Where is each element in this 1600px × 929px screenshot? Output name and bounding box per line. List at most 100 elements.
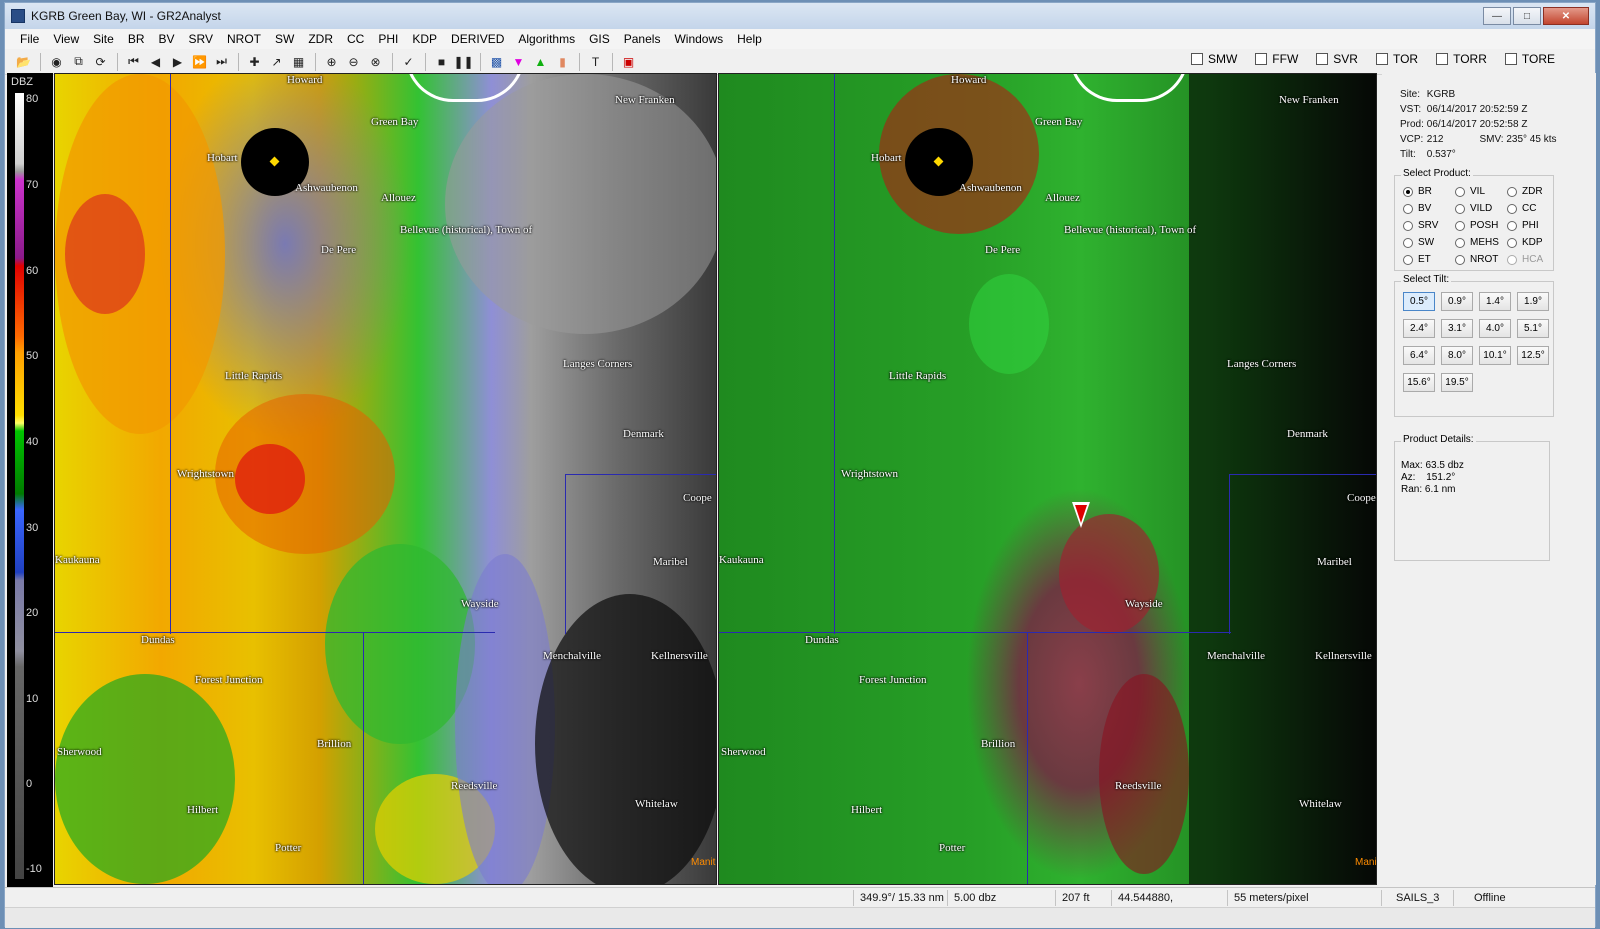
zoom-in-icon[interactable]: ⊕ [321,51,342,72]
warning-filter-tor[interactable]: TOR [1375,52,1418,66]
tilt-button[interactable]: 15.6° [1403,373,1435,392]
menu-bv[interactable]: BV [152,32,182,46]
product-option-et[interactable]: ET [1403,254,1431,265]
product-option-cc[interactable]: CC [1507,203,1536,214]
reflectivity-pane[interactable]: Howard New Franken Green Bay Hobart Ashwaube… [54,73,717,885]
maximize-button[interactable]: □ [1513,7,1541,25]
tilt-button[interactable]: 12.5° [1517,346,1549,365]
product-option-vild[interactable]: VILD [1455,203,1492,214]
radio-button[interactable] [1455,220,1465,231]
tilt-button[interactable]: 6.4° [1403,346,1435,365]
zoom-out-icon[interactable]: ⊖ [343,51,364,72]
radio-button[interactable] [1455,203,1465,214]
play-icon[interactable]: ▶ [167,51,188,72]
green-triangle-icon[interactable]: ▲ [530,51,551,72]
globe-icon[interactable]: ◉ [46,51,67,72]
tilt-button[interactable]: 19.5° [1441,373,1473,392]
warning-filter-svr[interactable]: SVR [1316,52,1358,66]
menu-sw[interactable]: SW [268,32,301,46]
menu-phi[interactable]: PHI [371,32,405,46]
measure-icon[interactable]: ↗ [266,51,287,72]
menu-zdr[interactable]: ZDR [301,32,340,46]
open-icon[interactable]: 📂 [13,51,34,72]
product-option-bv[interactable]: BV [1403,203,1431,214]
menu-panels[interactable]: Panels [617,32,668,46]
product-option-kdp[interactable]: KDP [1507,237,1543,248]
velocity-pane[interactable]: Howard New Franken Green Bay Hobart Ashwaube… [718,73,1377,885]
copy-icon[interactable]: ⧉ [68,51,89,72]
radio-button[interactable] [1403,186,1413,197]
palette-icon[interactable]: ▩ [486,51,507,72]
checkbox[interactable] [1504,53,1517,65]
radio-button[interactable] [1403,220,1413,231]
menu-kdp[interactable]: KDP [405,32,444,46]
pick-icon[interactable]: ✓ [398,51,419,72]
record-icon[interactable]: ▣ [618,51,639,72]
warning-filter-tore[interactable]: TORE [1504,52,1555,66]
radio-button[interactable] [1403,254,1413,265]
stop-icon[interactable]: ■ [431,51,452,72]
menu-srv[interactable]: SRV [182,32,220,46]
tilt-button[interactable]: 0.9° [1441,292,1473,311]
menu-gis[interactable]: GIS [582,32,617,46]
product-option-phi[interactable]: PHI [1507,220,1539,231]
radio-button[interactable] [1507,203,1517,214]
product-option-zdr[interactable]: ZDR [1507,186,1543,197]
next-frame-icon[interactable]: ⏩ [189,51,210,72]
menu-view[interactable]: View [46,32,86,46]
menu-windows[interactable]: Windows [667,32,730,46]
close-button[interactable]: ✕ [1543,7,1589,25]
checkbox[interactable] [1255,53,1268,65]
tilt-button[interactable]: 0.5° [1403,292,1435,311]
layers-icon[interactable]: ▦ [288,51,309,72]
menu-br[interactable]: BR [121,32,152,46]
tilt-button[interactable]: 5.1° [1517,319,1549,338]
checkbox[interactable] [1190,53,1203,65]
radio-button[interactable] [1455,254,1465,265]
loop-icon[interactable]: ⟳ [90,51,111,72]
menu-file[interactable]: File [13,32,46,46]
warning-filter-ffw[interactable]: FFW [1255,52,1298,66]
radio-button[interactable] [1507,186,1517,197]
product-option-nrot[interactable]: NROT [1455,254,1498,265]
prev-frame-icon[interactable]: ◀ [145,51,166,72]
pause-icon[interactable]: ❚❚ [453,51,474,72]
warning-filter-torr[interactable]: TORR [1436,52,1487,66]
menu-algorithms[interactable]: Algorithms [511,32,582,46]
tilt-button[interactable]: 4.0° [1479,319,1511,338]
magenta-triangle-icon[interactable]: ▼ [508,51,529,72]
last-frame-icon[interactable]: ⏭ [211,51,232,72]
tilt-button[interactable]: 8.0° [1441,346,1473,365]
text-icon[interactable]: T [585,51,606,72]
checkbox[interactable] [1436,53,1449,65]
radio-button[interactable] [1403,237,1413,248]
menu-cc[interactable]: CC [340,32,371,46]
checkbox[interactable] [1375,53,1388,65]
eraser-icon[interactable]: ▮ [552,51,573,72]
product-option-srv[interactable]: SRV [1403,220,1438,231]
product-option-posh[interactable]: POSH [1455,220,1498,231]
tilt-button[interactable]: 2.4° [1403,319,1435,338]
tilt-button[interactable]: 10.1° [1479,346,1511,365]
menu-help[interactable]: Help [730,32,769,46]
tilt-button[interactable]: 3.1° [1441,319,1473,338]
radio-button[interactable] [1507,220,1517,231]
zoom-reset-icon[interactable]: ⊗ [365,51,386,72]
product-option-sw[interactable]: SW [1403,237,1434,248]
radio-button[interactable] [1507,254,1517,265]
first-frame-icon[interactable]: ⏮ [123,51,144,72]
radio-button[interactable] [1455,237,1465,248]
warning-filter-smw[interactable]: SMW [1190,52,1237,66]
tilt-button[interactable]: 1.9° [1517,292,1549,311]
menu-nrot[interactable]: NROT [220,32,268,46]
menu-derived[interactable]: DERIVED [444,32,511,46]
crosshair-icon[interactable]: ✚ [244,51,265,72]
minimize-button[interactable]: — [1483,7,1511,25]
tilt-button[interactable]: 1.4° [1479,292,1511,311]
product-option-br[interactable]: BR [1403,186,1432,197]
radio-button[interactable] [1507,237,1517,248]
radio-button[interactable] [1403,203,1413,214]
tvs-marker-icon[interactable] [1072,502,1090,528]
menu-site[interactable]: Site [86,32,121,46]
product-option-mehs[interactable]: MEHS [1455,237,1499,248]
